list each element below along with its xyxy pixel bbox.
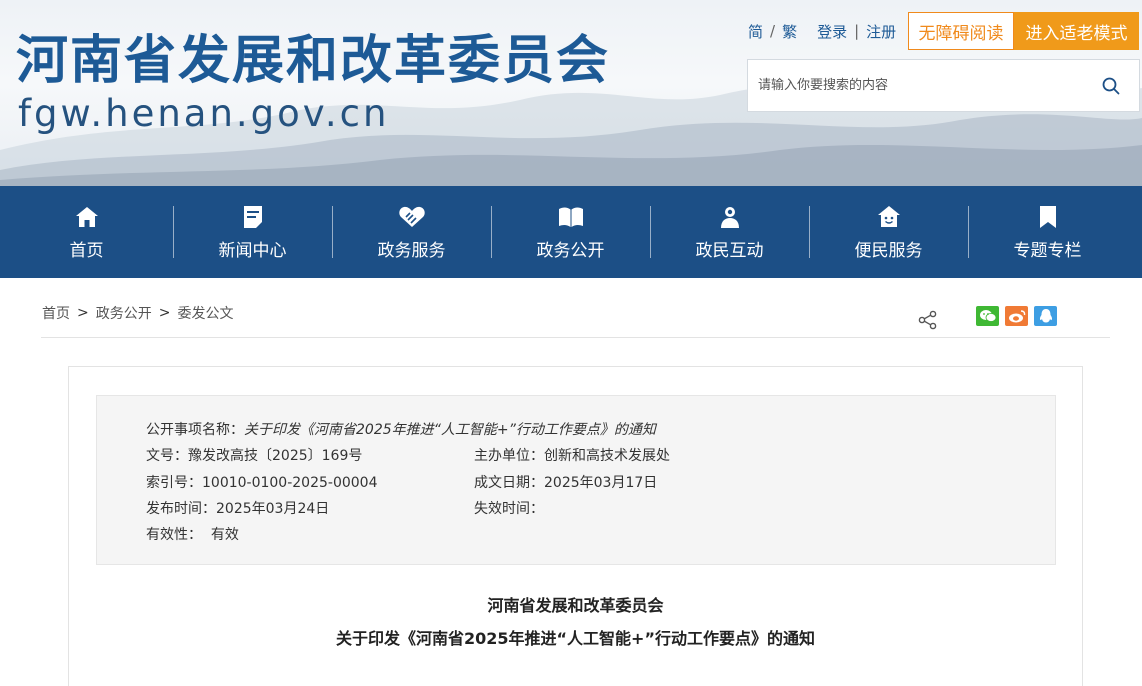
nav-item-label: 首页: [69, 240, 104, 261]
meta-label: 失效时间：: [474, 501, 544, 517]
qq-share-button[interactable]: [1034, 306, 1057, 326]
meta-value: 10010-0100-2025-00004: [202, 475, 378, 491]
search-box: [747, 59, 1140, 112]
nav-item-label: 新闻中心: [218, 240, 287, 261]
elder-mode-button[interactable]: 进入适老模式: [1014, 12, 1139, 50]
qq-icon: [1039, 309, 1052, 323]
site-title: 河南省发展和改革委员会: [16, 31, 611, 91]
site-domain: fgw.henan.gov.cn: [18, 92, 390, 135]
nav-item-label: 专题专栏: [1013, 240, 1082, 261]
house-smile-icon: [877, 205, 900, 227]
meta-value: 关于印发《河南省2025年推进“人工智能+”行动工作要点》的通知: [244, 422, 656, 438]
top-links: 简 / 繁 登录 | 注册: [748, 21, 896, 41]
meta-label: 发布时间：: [146, 501, 216, 517]
nav-item-interaction[interactable]: 政民互动: [650, 186, 809, 278]
breadcrumb: 首页 > 政务公开 > 委发公文: [42, 303, 233, 323]
meta-label: 公开事项名称：: [146, 422, 244, 438]
accessibility-button[interactable]: 无障碍阅读: [908, 12, 1014, 50]
users-icon: [720, 206, 739, 228]
nav-item-services[interactable]: 政务服务: [332, 186, 491, 278]
wechat-share-button[interactable]: [976, 306, 999, 326]
meta-published: 发布时间：2025年03月24日: [146, 498, 329, 518]
breadcrumb-open-gov[interactable]: 政务公开: [96, 303, 152, 323]
meta-label: 主办单位：: [474, 448, 544, 464]
home-icon: [75, 206, 98, 227]
nav-item-open-gov[interactable]: 政务公开: [491, 186, 650, 278]
search-button[interactable]: [1083, 60, 1139, 111]
simplified-chinese-link[interactable]: 简: [748, 21, 763, 42]
breadcrumb-documents[interactable]: 委发公文: [177, 303, 233, 323]
document-title: 关于印发《河南省2025年推进“人工智能+”行动工作要点》的通知: [336, 629, 815, 648]
meta-created: 成文日期：2025年03月17日: [474, 472, 657, 492]
meta-value: 2025年03月17日: [544, 475, 658, 491]
meta-value: 2025年03月24日: [216, 501, 330, 517]
breadcrumb-separator: >: [158, 305, 171, 321]
article-container: 公开事项名称：关于印发《河南省2025年推进“人工智能+”行动工作要点》的通知 …: [68, 366, 1083, 686]
nav-item-topics[interactable]: 专题专栏: [968, 186, 1127, 278]
meta-value: 豫发改高技〔2025〕169号: [188, 448, 363, 464]
bookmark-icon: [1039, 205, 1056, 228]
login-link[interactable]: 登录: [817, 21, 847, 42]
meta-doc-no: 文号：豫发改高技〔2025〕169号: [146, 445, 362, 465]
news-icon: [243, 205, 262, 228]
document-metadata: 公开事项名称：关于印发《河南省2025年推进“人工智能+”行动工作要点》的通知 …: [96, 395, 1056, 565]
nav-item-label: 政务服务: [377, 240, 446, 261]
register-link[interactable]: 注册: [866, 21, 896, 42]
breadcrumb-separator: >: [77, 305, 89, 321]
book-icon: [558, 207, 583, 227]
search-icon: [1102, 77, 1120, 94]
search-input[interactable]: [748, 60, 1083, 111]
breadcrumb-divider: [41, 337, 1110, 338]
meta-item-name: 公开事项名称：关于印发《河南省2025年推进“人工智能+”行动工作要点》的通知: [146, 419, 656, 439]
nav-item-news[interactable]: 新闻中心: [173, 186, 332, 278]
breadcrumb-home[interactable]: 首页: [42, 303, 70, 323]
meta-label: 有效性：: [146, 527, 202, 543]
nav-item-home[interactable]: 首页: [0, 186, 173, 278]
nav-item-label: 便民服务: [854, 240, 923, 261]
meta-label: 文号：: [146, 448, 188, 464]
meta-value: 创新和高技术发展处: [544, 448, 670, 464]
share-icon[interactable]: [917, 309, 939, 331]
weibo-icon: [1008, 310, 1025, 323]
site-header: 河南省发展和改革委员会 fgw.henan.gov.cn 简 / 繁 登录 | …: [0, 0, 1142, 186]
meta-label: 成文日期：: [474, 475, 544, 491]
nav-item-label: 政民互动: [695, 240, 764, 261]
nav-item-convenience[interactable]: 便民服务: [809, 186, 968, 278]
meta-value: 有效: [210, 527, 239, 543]
meta-index: 索引号：10010-0100-2025-00004: [146, 472, 378, 492]
main-nav: 首页 新闻中心 政务服务 政务公开 政民互动 便民服务 专题专栏: [0, 186, 1142, 278]
meta-validity: 有效性： 有效: [146, 524, 239, 544]
auth-separator: |: [854, 22, 860, 40]
weibo-share-button[interactable]: [1005, 306, 1028, 326]
wechat-icon: [979, 310, 996, 322]
meta-host: 主办单位：创新和高技术发展处: [474, 445, 670, 465]
handshake-icon: [398, 206, 425, 227]
traditional-chinese-link[interactable]: 繁: [782, 21, 797, 42]
breadcrumb-bar: 首页 > 政务公开 > 委发公文: [0, 278, 1142, 338]
meta-expiry: 失效时间：: [474, 498, 544, 518]
meta-label: 索引号：: [146, 475, 202, 491]
nav-item-label: 政务公开: [536, 240, 605, 261]
lang-separator: /: [770, 22, 776, 40]
document-issuer: 河南省发展和改革委员会: [487, 596, 664, 615]
